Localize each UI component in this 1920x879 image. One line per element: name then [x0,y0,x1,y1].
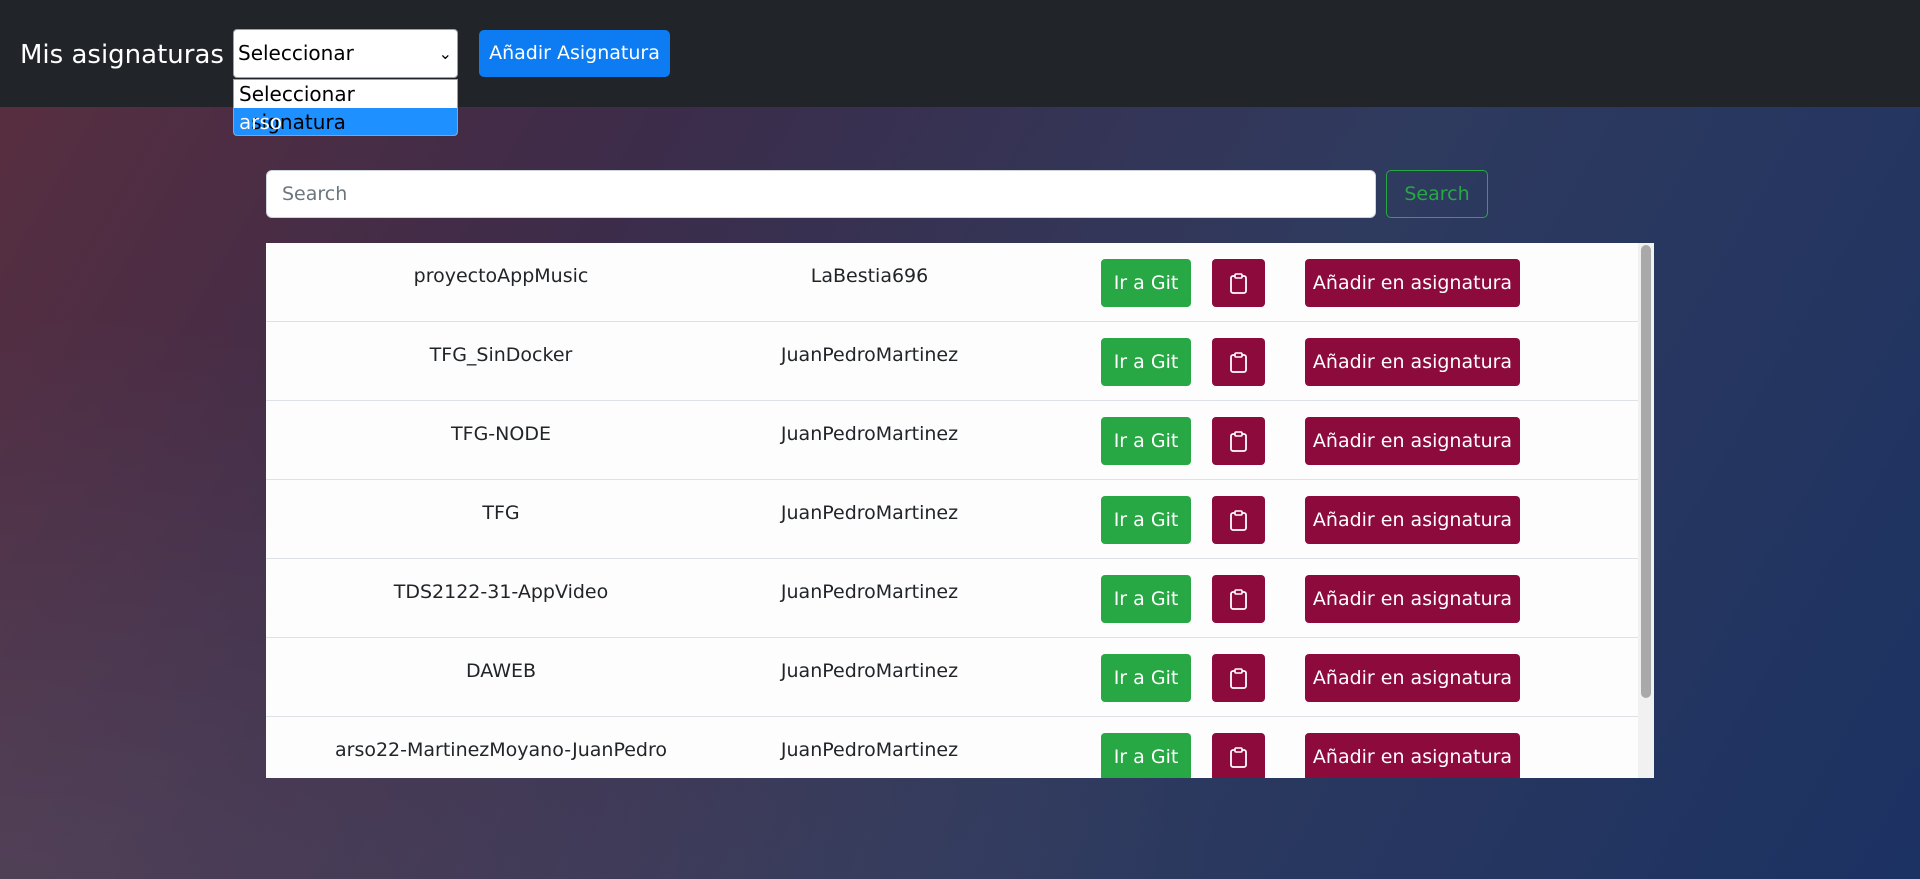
copy-clipboard-button[interactable] [1212,733,1265,778]
subject-select[interactable]: Seleccionar asignatura ⌄ [233,29,458,112]
repo-name: proyectoAppMusic [413,265,589,287]
copy-clipboard-button[interactable] [1212,575,1265,623]
table-row: arso22-MartinezMoyano-JuanPedro JuanPedr… [266,717,1638,778]
repo-owner: JuanPedroMartinez [780,423,959,445]
clipboard-icon [1230,668,1247,689]
table-body: proyectoAppMusic LaBestia696 Ir a Git Añ… [266,243,1638,778]
copy-clipboard-button[interactable] [1212,496,1265,544]
repo-owner: JuanPedroMartinez [780,660,959,682]
table-row: TFG_SinDocker JuanPedroMartinez Ir a Git… [266,322,1638,401]
repo-name: TDS2122-31-AppVideo [393,581,609,603]
add-to-subject-button[interactable]: Añadir en asignatura [1305,733,1520,778]
table-row: proyectoAppMusic LaBestia696 Ir a Git Añ… [266,243,1638,322]
table-row: TFG-NODE JuanPedroMartinez Ir a Git Añad… [266,401,1638,480]
scrollbar-thumb[interactable] [1641,245,1651,698]
repositories-table: proyectoAppMusic LaBestia696 Ir a Git Añ… [266,243,1654,778]
table-row: DAWEB JuanPedroMartinez Ir a Git Añadir … [266,638,1638,717]
copy-clipboard-button[interactable] [1212,654,1265,702]
copy-clipboard-button[interactable] [1212,259,1265,307]
go-to-git-button[interactable]: Ir a Git [1101,496,1191,544]
chevron-down-icon: ⌄ [438,44,452,63]
search-button[interactable]: Search [1386,170,1488,218]
add-to-subject-button[interactable]: Añadir en asignatura [1305,259,1520,307]
add-to-subject-button[interactable]: Añadir en asignatura [1305,417,1520,465]
add-to-subject-button[interactable]: Añadir en asignatura [1305,575,1520,623]
add-subject-button[interactable]: Añadir Asignatura [479,30,670,77]
dropdown-option[interactable]: Seleccionar asignatura [234,80,457,134]
go-to-git-button[interactable]: Ir a Git [1101,417,1191,465]
clipboard-icon [1230,431,1247,452]
repo-owner: JuanPedroMartinez [780,581,959,603]
brand-title[interactable]: Mis asignaturas [20,38,224,72]
repo-name: TFG-NODE [451,423,551,445]
repo-name: TFG [482,502,520,524]
repo-owner: JuanPedroMartinez [780,502,959,524]
go-to-git-button[interactable]: Ir a Git [1101,654,1191,702]
go-to-git-button[interactable]: Ir a Git [1101,733,1191,778]
repo-name: DAWEB [465,660,537,682]
clipboard-icon [1230,589,1247,610]
add-to-subject-button[interactable]: Añadir en asignatura [1305,338,1520,386]
repo-name: arso22-MartinezMoyano-JuanPedro [334,739,667,761]
repo-owner: JuanPedroMartinez [780,344,959,366]
clipboard-icon [1230,352,1247,373]
repo-owner: LaBestia696 [810,265,929,287]
repo-name: TFG_SinDocker [429,344,573,366]
clipboard-icon [1230,510,1247,531]
add-to-subject-button[interactable]: Añadir en asignatura [1305,496,1520,544]
go-to-git-button[interactable]: Ir a Git [1101,338,1191,386]
clipboard-icon [1230,273,1247,294]
table-row: TDS2122-31-AppVideo JuanPedroMartinez Ir… [266,559,1638,638]
subject-dropdown-list: Seleccionar asignatura arso [233,79,458,136]
go-to-git-button[interactable]: Ir a Git [1101,259,1191,307]
table-row: TFG JuanPedroMartinez Ir a Git Añadir en… [266,480,1638,559]
table-scrollbar[interactable] [1638,243,1654,778]
go-to-git-button[interactable]: Ir a Git [1101,575,1191,623]
clipboard-icon [1230,747,1247,768]
copy-clipboard-button[interactable] [1212,417,1265,465]
repo-owner: JuanPedroMartinez [780,739,959,761]
add-to-subject-button[interactable]: Añadir en asignatura [1305,654,1520,702]
copy-clipboard-button[interactable] [1212,338,1265,386]
search-input[interactable] [266,170,1376,218]
